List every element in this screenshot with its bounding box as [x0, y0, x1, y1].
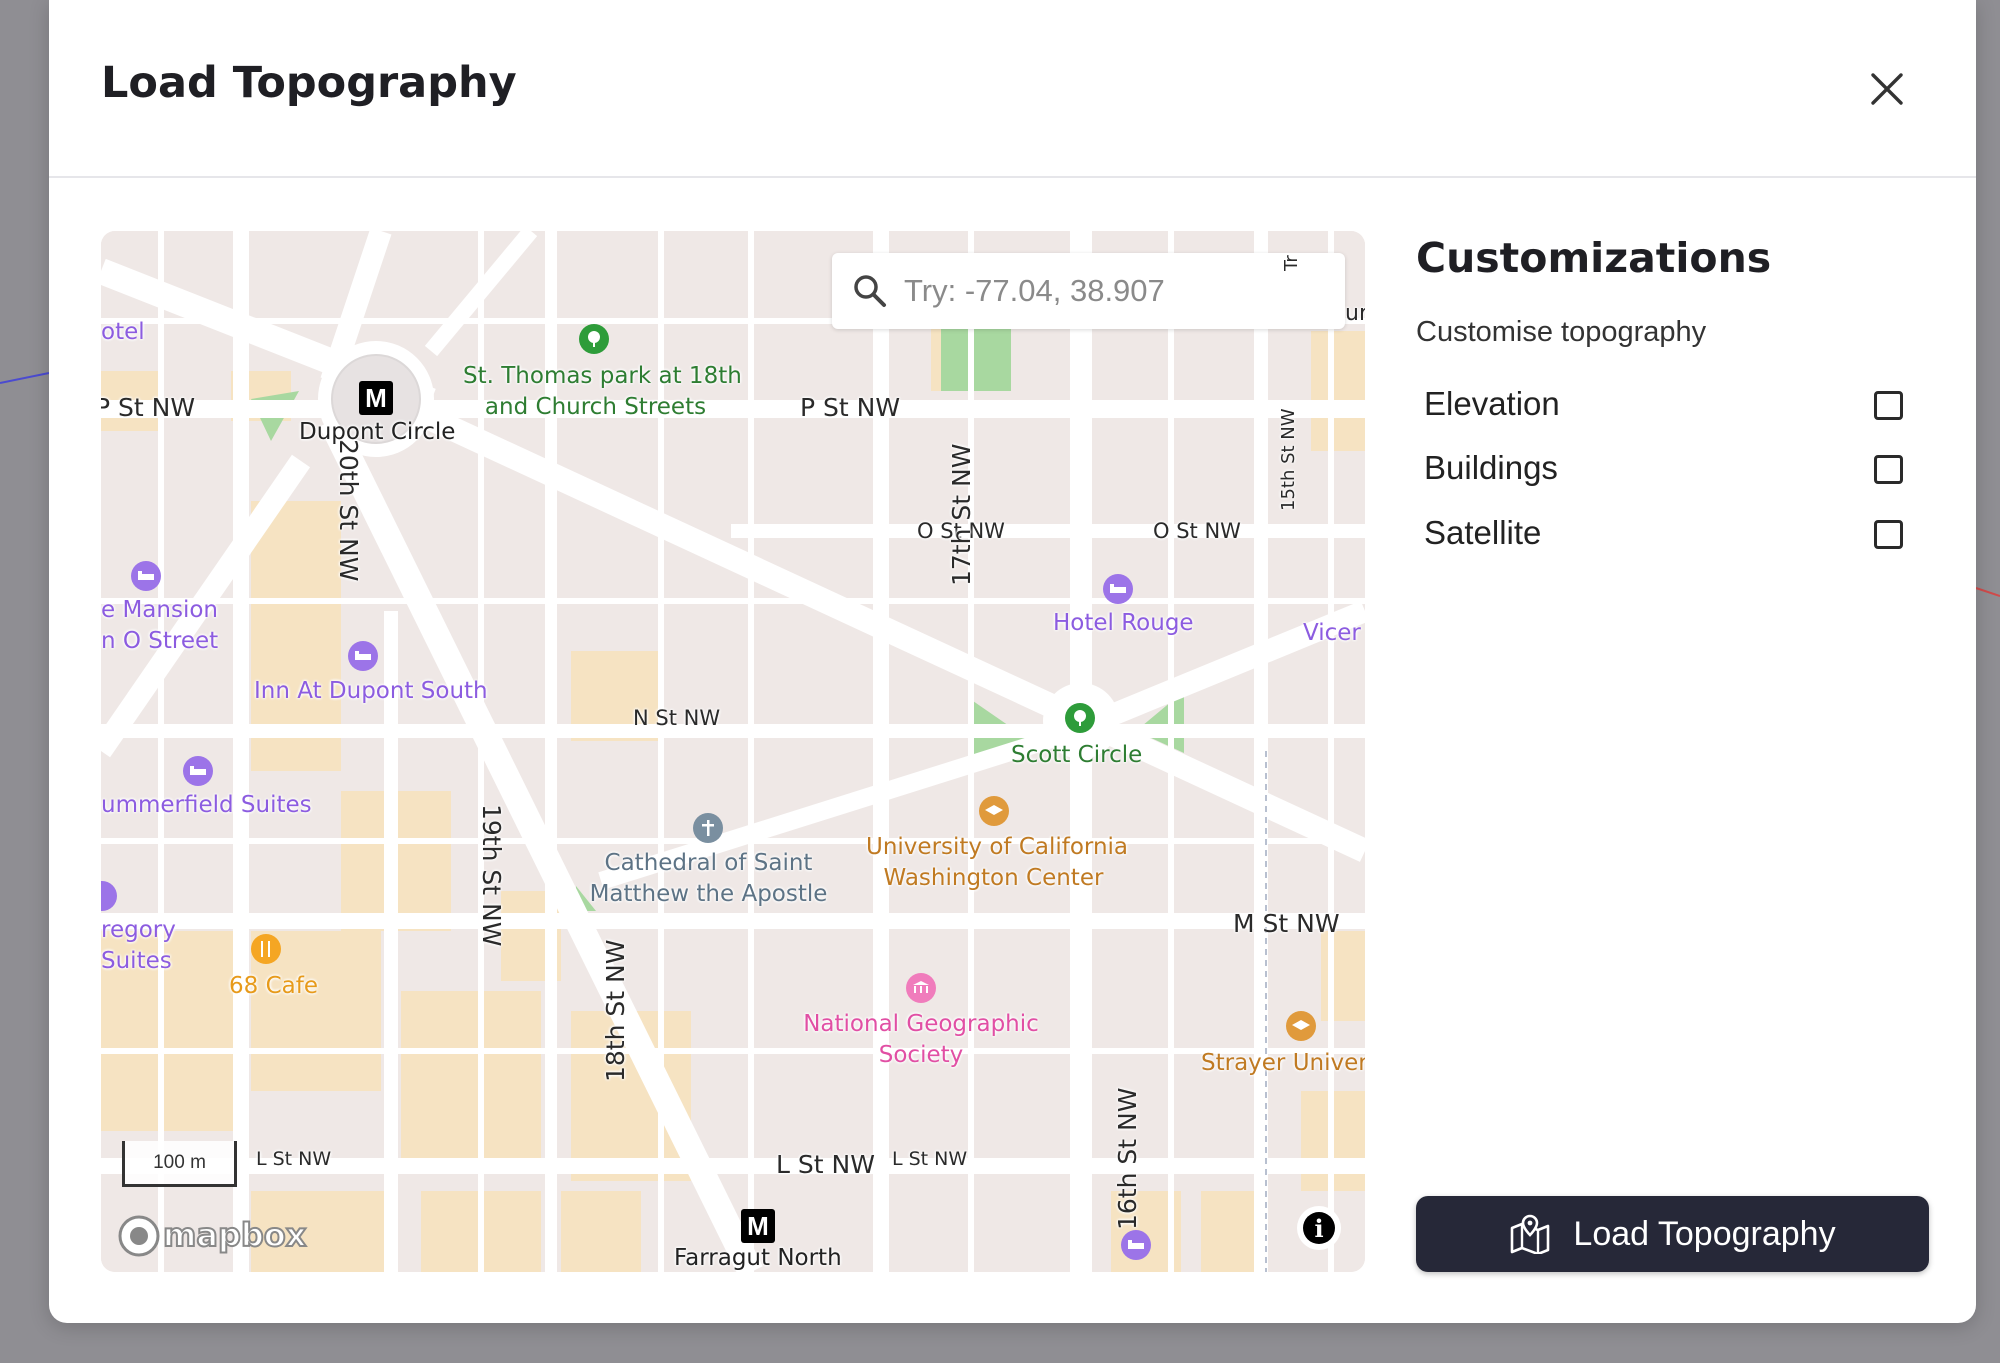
street-label: L St NW [892, 1148, 968, 1170]
street-label: L St NW [256, 1148, 332, 1170]
option-satellite[interactable]: Satellite [1424, 506, 1924, 558]
street-label: 19th St NW [477, 804, 506, 947]
place-label-dupont-circle: Dupont Circle [299, 419, 456, 445]
school-icon[interactable] [979, 796, 1009, 826]
hotel-icon[interactable] [1103, 574, 1133, 604]
park-icon[interactable] [1065, 703, 1095, 733]
map-info-button[interactable]: i [1297, 1206, 1341, 1250]
elevation-checkbox[interactable] [1874, 391, 1903, 420]
search-icon [854, 275, 886, 307]
hotel-icon[interactable] [131, 561, 161, 591]
street-label: ur [1345, 301, 1365, 326]
place-label-national-geographic: National Geographic Society [803, 1011, 1039, 1068]
street-label: L St NW [776, 1150, 875, 1179]
metro-icon[interactable]: M [741, 1209, 775, 1243]
street-label: P St NW [800, 393, 901, 422]
map-view[interactable]: P St NW P St NW O St NW O St NW N St NW … [101, 231, 1365, 1272]
metro-icon[interactable]: M [359, 381, 393, 415]
place-label-summerfield: ummerfield Suites [101, 792, 312, 818]
option-label: Satellite [1424, 514, 1542, 551]
modal-title: Load Topography [101, 58, 517, 108]
street-label: O St NW [1153, 519, 1241, 543]
park-icon[interactable] [579, 324, 609, 354]
customizations-panel: Customizations Customise topography Elev… [1416, 231, 1936, 1272]
street-label: 15th St NW [1278, 408, 1299, 511]
hotel-icon[interactable] [348, 641, 378, 671]
load-topography-button-label: Load Topography [1573, 1214, 1836, 1253]
place-label-farragut-north: Farragut North [674, 1245, 842, 1271]
place-label-68-cafe: 68 Cafe [229, 973, 318, 999]
restaurant-icon[interactable] [251, 934, 281, 964]
load-topography-modal: Load Topography Try: -77.04, 38.907 P St… [49, 0, 1976, 1323]
street-label: P St NW [101, 393, 196, 422]
option-label: Elevation [1424, 385, 1560, 422]
map-scale-bar: 100 m [122, 1141, 237, 1187]
place-label-hotel: otel [101, 319, 145, 345]
customizations-title: Customizations [1416, 234, 1772, 282]
place-label-cathedral: Cathedral of Saint Matthew the Apostle [589, 850, 828, 907]
mapbox-logo[interactable]: mapbox [115, 1211, 307, 1261]
place-label-scott-circle: Scott Circle [1011, 742, 1143, 768]
option-label: Buildings [1424, 449, 1558, 486]
customizations-subtitle: Customise topography [1416, 316, 1707, 348]
place-label-inn-dupont-south: Inn At Dupont South [254, 678, 488, 704]
close-button[interactable] [1861, 63, 1913, 115]
option-elevation[interactable]: Elevation [1424, 377, 1924, 429]
map-pin-icon [1511, 1214, 1550, 1254]
close-icon [1871, 73, 1903, 105]
street-label: 18th St NW [601, 939, 630, 1082]
museum-icon[interactable] [906, 973, 936, 1003]
modal-header: Load Topography [49, 0, 1976, 178]
info-icon: i [1303, 1212, 1335, 1244]
hotel-icon[interactable] [183, 756, 213, 786]
street-label: M St NW [1233, 909, 1340, 938]
buildings-checkbox[interactable] [1874, 455, 1903, 484]
street-label: 20th St NW [334, 439, 363, 582]
place-label-gregory: regory Suites [101, 917, 176, 974]
place-label-viceroy: Vicer [1303, 620, 1361, 646]
street-label: Tr [1281, 255, 1302, 271]
street-label: N St NW [633, 706, 721, 730]
place-label-st-thomas: St. Thomas park at 18th and Church Stree… [463, 363, 742, 420]
map-search-input[interactable] [904, 261, 1324, 321]
map-search-box[interactable] [832, 253, 1345, 329]
place-label-mansion: e Mansion n O Street [101, 597, 219, 654]
place-label-hotel-rouge: Hotel Rouge [1053, 610, 1194, 636]
place-label-strayer: Strayer Univers [1201, 1050, 1365, 1076]
satellite-checkbox[interactable] [1874, 520, 1903, 549]
place-label-uc-washington: University of California Washington Cent… [866, 834, 1129, 891]
street-label: 16th St NW [1113, 1087, 1142, 1230]
hotel-icon[interactable] [1121, 1230, 1151, 1260]
street-label: 17th St NW [947, 443, 976, 586]
school-icon[interactable] [1286, 1011, 1316, 1041]
church-icon[interactable] [693, 813, 723, 843]
option-buildings[interactable]: Buildings [1424, 441, 1924, 493]
load-topography-button[interactable]: Load Topography [1416, 1196, 1929, 1272]
